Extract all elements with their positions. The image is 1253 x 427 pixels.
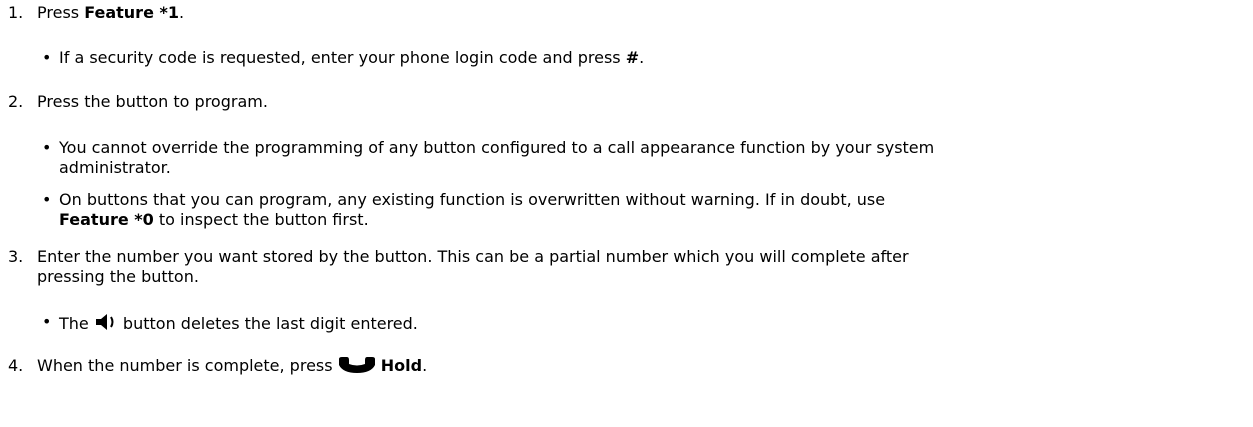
- key-label: #: [625, 48, 640, 67]
- bullet-text: If a security code is requested, enter y…: [59, 48, 626, 67]
- key-label: Feature *1: [84, 3, 179, 22]
- bullet-text-end: button deletes the last digit entered.: [117, 314, 418, 333]
- bullet-dot: •: [42, 190, 52, 209]
- step-2: 2. Press the button to program.: [8, 92, 268, 112]
- step-3: 3. Enter the number you want stored by th…: [8, 247, 909, 267]
- step-2-bullet-1: • You cannot override the programming of…: [42, 138, 1247, 178]
- speaker-icon: [94, 312, 118, 337]
- step-4: 4. When the number is complete, press Hol…: [8, 356, 427, 379]
- step-text: When the number is complete, press: [37, 356, 338, 375]
- step-3-bullet-1: • The button deletes the last digit ente…: [42, 312, 1242, 337]
- bullet-dot: •: [42, 312, 52, 331]
- step-text-end: .: [422, 356, 428, 375]
- bullet-line-1: You cannot override the programming of a…: [59, 138, 935, 157]
- step-text: Press: [37, 3, 85, 22]
- bullet-dot: •: [42, 138, 52, 157]
- step-1-bullet-1: • If a security code is requested, enter…: [42, 48, 1242, 68]
- bullet-line-2: administrator.: [59, 158, 171, 177]
- step-3-line-2: pressing the button.: [37, 267, 199, 286]
- step-number: 1.: [8, 3, 24, 22]
- instruction-list: 1. Press Feature *1. • If a security code…: [0, 0, 1253, 427]
- bullet-text: The: [59, 314, 94, 333]
- step-number: 4.: [8, 356, 24, 375]
- step-text: Enter the number you want stored by the …: [37, 247, 909, 266]
- step-number: 3.: [8, 247, 24, 266]
- step-2-bullet-2: • On buttons that you can program, any e…: [42, 190, 1247, 230]
- bullet-dot: •: [42, 48, 52, 67]
- key-label: Hold: [380, 356, 423, 375]
- step-text-end: .: [178, 3, 185, 22]
- handset-icon: [338, 356, 376, 379]
- bullet-line-1: On buttons that you can program, any exi…: [59, 190, 886, 209]
- bullet-line-2: to inspect the button first.: [153, 210, 369, 229]
- step-text: Press the button to program.: [37, 92, 268, 111]
- step-number: 2.: [8, 92, 24, 111]
- step-1: 1. Press Feature *1.: [8, 3, 184, 23]
- bullet-text-end: .: [639, 48, 645, 67]
- key-label: Feature *0: [59, 210, 154, 229]
